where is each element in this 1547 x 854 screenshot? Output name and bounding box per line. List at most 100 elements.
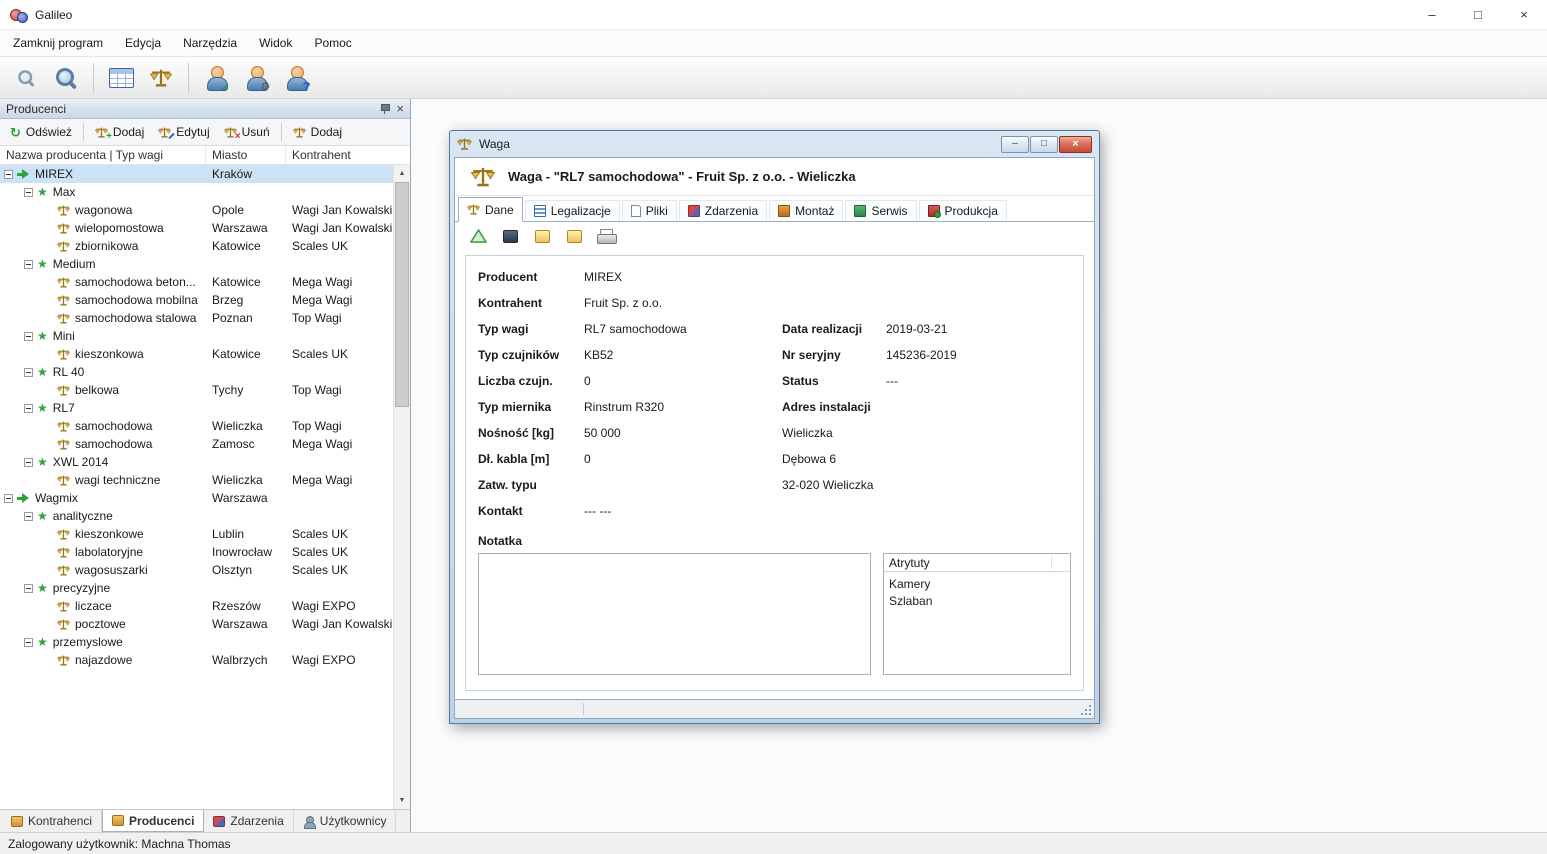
menu-item-pomoc[interactable]: Pomoc — [303, 30, 362, 56]
tree-row[interactable]: kieszonkoweLublinScales UK — [0, 525, 393, 543]
waga-close-button[interactable]: × — [1059, 136, 1092, 153]
tree-row[interactable]: ★Medium — [0, 255, 393, 273]
tab-producenci[interactable]: Producenci — [102, 810, 204, 832]
collapse-icon[interactable] — [4, 494, 13, 503]
tab-label: Zdarzenia — [230, 814, 283, 828]
tree-row[interactable]: labolatoryjneInowrocławScales UK — [0, 543, 393, 561]
resize-grip[interactable] — [1080, 704, 1094, 718]
scale-icon — [293, 127, 306, 138]
note-button[interactable] — [531, 225, 553, 247]
tab-label: Pliki — [646, 204, 668, 218]
hierarchy-button[interactable] — [467, 225, 489, 247]
scrollbar-track[interactable] — [394, 182, 410, 792]
zoom-out-button[interactable] — [8, 61, 44, 95]
waga-tab-pliki[interactable]: Pliki — [622, 200, 677, 221]
tree-row[interactable]: kieszonkowaKatowiceScales UK — [0, 345, 393, 363]
tree-row[interactable]: wagosuszarkiOlsztynScales UK — [0, 561, 393, 579]
tree-cell-city: Katowice — [206, 239, 286, 253]
tree-row[interactable]: najazdoweWalbrzychWagi EXPO — [0, 651, 393, 669]
close-button[interactable]: × — [1501, 0, 1547, 29]
user-accept-button[interactable]: ✓ — [198, 61, 234, 95]
tree-row[interactable]: samochodowa stalowaPoznanTop Wagi — [0, 309, 393, 327]
tree-row[interactable]: samochodowa mobilnaBrzegMega Wagi — [0, 291, 393, 309]
waga-maximize-button[interactable]: □ — [1030, 136, 1058, 153]
tree-row[interactable]: ★analityczne — [0, 507, 393, 525]
add-scale-button[interactable]: Dodaj — [287, 123, 348, 141]
column-header-0[interactable]: Nazwa producenta | Typ wagi — [0, 146, 206, 164]
details-button[interactable] — [499, 225, 521, 247]
tree-row[interactable]: ★RL7 — [0, 399, 393, 417]
user-settings-button[interactable]: ⚙ — [238, 61, 274, 95]
scroll-down-icon[interactable]: ▼ — [394, 792, 410, 809]
refresh-button[interactable]: ↻Odśwież — [4, 123, 78, 141]
tree-row[interactable]: samochodowa beton...KatowiceMega Wagi — [0, 273, 393, 291]
waga-tab-dane[interactable]: Dane — [458, 197, 523, 222]
collapse-icon[interactable] — [24, 638, 33, 647]
tree-row[interactable]: wielopomostowaWarszawaWagi Jan Kowalski — [0, 219, 393, 237]
attribute-item[interactable]: Szlaban — [884, 592, 1070, 609]
tree-row[interactable]: wagonowaOpoleWagi Jan Kowalski — [0, 201, 393, 219]
attributes-listbox[interactable]: Atrytuty KamerySzlaban — [883, 553, 1071, 675]
collapse-icon[interactable] — [24, 458, 33, 467]
tree-row[interactable]: liczaceRzeszówWagi EXPO — [0, 597, 393, 615]
comment-button[interactable] — [563, 225, 585, 247]
collapse-icon[interactable] — [24, 260, 33, 269]
delete-button[interactable]: ×Usuń — [218, 123, 276, 141]
tree-row[interactable]: samochodowaZamoscMega Wagi — [0, 435, 393, 453]
tree-row[interactable]: WagmixWarszawa — [0, 489, 393, 507]
column-header-1[interactable]: Miasto — [206, 146, 286, 164]
tab-uzytkownicy[interactable]: Użytkownicy — [294, 810, 397, 832]
pin-icon[interactable] — [380, 103, 389, 115]
collapse-icon[interactable] — [24, 512, 33, 521]
tab-kontrahenci[interactable]: Kontrahenci — [2, 810, 102, 832]
tree-row[interactable]: ★Max — [0, 183, 393, 201]
minimize-button[interactable]: – — [1409, 0, 1455, 29]
scrollbar-thumb[interactable] — [395, 182, 409, 407]
scroll-up-icon[interactable]: ▲ — [394, 165, 410, 182]
waga-tab-zdarzenia[interactable]: Zdarzenia — [679, 200, 767, 221]
table-view-button[interactable] — [103, 61, 139, 95]
scales-button[interactable] — [143, 61, 179, 95]
menu-item-widok[interactable]: Widok — [248, 30, 303, 56]
attribute-item[interactable]: Kamery — [884, 575, 1070, 592]
tree-row[interactable]: MIREXKraków — [0, 165, 393, 183]
tab-zdarzenia[interactable]: Zdarzenia — [204, 810, 293, 832]
print-button[interactable] — [595, 225, 617, 247]
panel-close-icon[interactable]: × — [396, 102, 404, 115]
tree-row[interactable]: wagi techniczneWieliczkaMega Wagi — [0, 471, 393, 489]
maximize-button[interactable]: □ — [1455, 0, 1501, 29]
tree-item-label: XWL 2014 — [52, 455, 109, 469]
tree-row[interactable]: ★XWL 2014 — [0, 453, 393, 471]
menu-item-edycja[interactable]: Edycja — [114, 30, 172, 56]
tree-row[interactable]: pocztoweWarszawaWagi Jan Kowalski — [0, 615, 393, 633]
zoom-in-button[interactable] — [48, 61, 84, 95]
tree-row[interactable]: samochodowaWieliczkaTop Wagi — [0, 417, 393, 435]
waga-titlebar[interactable]: Waga –□× — [450, 131, 1099, 157]
collapse-icon[interactable] — [24, 584, 33, 593]
tree-scrollbar[interactable]: ▲ ▼ — [393, 165, 410, 809]
menu-item-zamknij-program[interactable]: Zamknij program — [2, 30, 114, 56]
notes-textarea[interactable] — [478, 553, 871, 675]
collapse-icon[interactable] — [24, 332, 33, 341]
waga-tab-serwis[interactable]: Serwis — [845, 200, 916, 221]
collapse-icon[interactable] — [4, 170, 13, 179]
waga-tab-produkcja[interactable]: Produkcja — [919, 200, 1007, 221]
user-help-button[interactable]: ? — [278, 61, 314, 95]
tree-row[interactable]: zbiornikowaKatowiceScales UK — [0, 237, 393, 255]
tree-row[interactable]: belkowaTychyTop Wagi — [0, 381, 393, 399]
tree-row[interactable]: ★Mini — [0, 327, 393, 345]
column-header-2[interactable]: Kontrahent — [286, 146, 410, 164]
collapse-icon[interactable] — [24, 404, 33, 413]
tree-row[interactable]: ★przemyslowe — [0, 633, 393, 651]
menu-item-narzedzia[interactable]: Narzędzia — [172, 30, 248, 56]
tree-row[interactable]: ★precyzyjne — [0, 579, 393, 597]
events-icon — [688, 205, 700, 217]
waga-tab-legalizacje[interactable]: Legalizacje — [525, 200, 620, 221]
collapse-icon[interactable] — [24, 368, 33, 377]
waga-tab-montaz[interactable]: Montaż — [769, 200, 843, 221]
add-button[interactable]: +Dodaj — [89, 123, 150, 141]
collapse-icon[interactable] — [24, 188, 33, 197]
waga-minimize-button[interactable]: – — [1001, 136, 1029, 153]
edit-button[interactable]: Edytuj — [152, 123, 215, 141]
tree-row[interactable]: ★RL 40 — [0, 363, 393, 381]
